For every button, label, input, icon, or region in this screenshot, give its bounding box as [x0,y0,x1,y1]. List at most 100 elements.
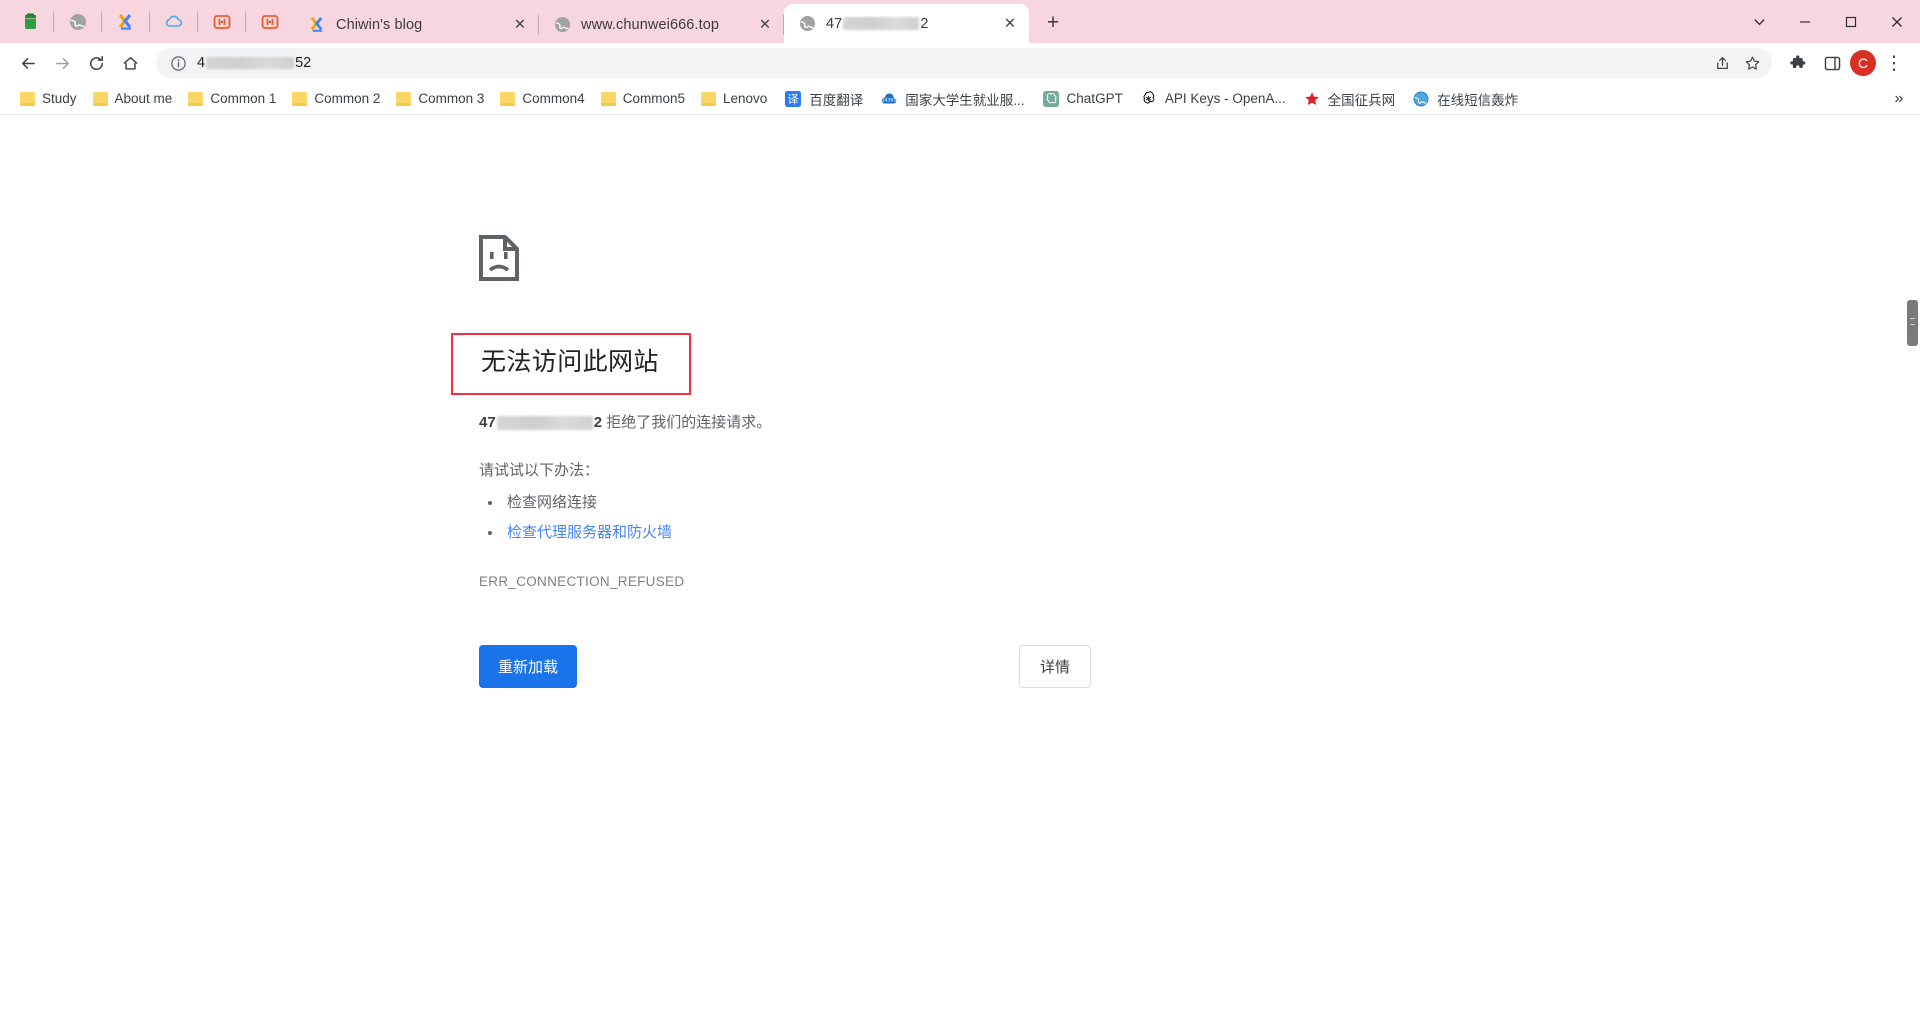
url-suffix: 52 [295,55,312,71]
folder-icon [500,91,516,106]
tab-chunwei666[interactable]: www.chunwei666.top ✕ [539,6,784,43]
bookmark-lenovo[interactable]: Lenovo [693,87,775,110]
globe-icon [552,15,572,35]
info-circle-icon[interactable] [168,53,188,73]
redacted-host-block [496,415,593,430]
list-item[interactable]: 检查代理服务器和防火墙 [503,518,1100,548]
maximize-icon[interactable] [1828,0,1874,43]
tab-close-icon[interactable]: ✕ [754,14,776,36]
tab-redacted-ip[interactable]: 47 2 ✕ [784,4,1029,43]
bookmark-label: Common 2 [314,91,381,106]
bracket-icon [260,12,280,32]
tab-title-prefix: 47 [826,15,843,32]
window-controls [1736,0,1920,43]
tab-search-chevron-down-icon[interactable] [1736,0,1782,43]
error-page: 无法访问此网站 47 2 拒绝了我们的连接请求。 请试试以下办法： 检查网络连接 … [0,115,1100,688]
cloud-24365-icon: 24365 [879,89,899,109]
openai-icon [1139,89,1159,109]
bracket-icon [212,12,232,32]
pinned-tab-globe-1[interactable] [54,0,102,43]
chrome-menu-button[interactable]: ⋮ [1878,47,1910,79]
pinned-tab-bracket-1[interactable] [198,0,246,43]
reload-button[interactable]: 重新加载 [479,644,578,688]
pinned-tab-chiwin-1[interactable] [102,0,150,43]
folder-icon [292,91,308,106]
globe-blue-icon [1411,89,1431,109]
side-panel-button[interactable] [1816,47,1848,79]
bookmark-label: Common5 [622,91,685,106]
details-button[interactable]: 详情 [1018,644,1091,688]
tab-title: 47 2 [826,16,990,32]
redacted-block [843,17,920,30]
bookmark-common-3[interactable]: Common 3 [388,87,492,110]
bookmark-label: Common4 [522,91,585,106]
svg-text:24365: 24365 [882,97,896,103]
bookmark-common-2[interactable]: Common 2 [284,87,388,110]
bookmark-api-keys-openai[interactable]: API Keys - OpenA... [1131,85,1294,113]
bookmark-about-me[interactable]: About me [85,87,181,110]
pinned-tabs [6,0,294,43]
folder-icon [396,91,412,106]
redacted-url-block [206,57,295,69]
sad-page-icon [479,235,519,281]
chiwin-icon [116,12,136,32]
close-icon[interactable] [1874,0,1920,43]
gitee-icon [20,12,40,32]
home-button[interactable] [114,47,146,79]
tab-title-suffix: 2 [920,15,929,32]
bookmark-chatgpt[interactable]: ChatGPT [1033,85,1131,113]
bookmark-label: Common 1 [210,91,277,106]
folder-icon [700,91,717,106]
bookmark-label: 全国征兵网 [1327,92,1396,108]
tab-close-icon[interactable]: ✕ [509,14,531,36]
cloud-icon [164,12,184,32]
error-heading-highlight: 无法访问此网站 [451,333,691,395]
bookmark-label: Lenovo [722,91,768,106]
red-star-icon [1302,89,1322,109]
tab-title: Chiwin's blog [336,16,423,33]
pinned-tab-cloud[interactable] [150,0,198,43]
bookmark-label: 国家大学生就业服... [905,92,1025,108]
folder-icon [20,91,36,106]
side-drag-handle[interactable] [1907,300,1918,346]
bookmark-national-conscription[interactable]: 全国征兵网 [1294,85,1404,113]
host-suffix: 2 [593,413,603,431]
share-icon[interactable] [1712,53,1732,73]
bookmark-sms-bomber[interactable]: 在线短信轰炸 [1403,85,1526,113]
host-prefix: 47 [479,413,496,431]
bookmark-label: Study [42,91,77,106]
bookmark-baidu-translate[interactable]: 译 百度翻译 [775,85,871,113]
globe-icon [797,14,817,34]
error-code: ERR_CONNECTION_REFUSED [479,573,685,589]
svg-text:译: 译 [788,93,799,106]
minimize-icon[interactable] [1782,0,1828,43]
reload-button[interactable] [80,47,112,79]
pinned-tab-bracket-2[interactable] [246,0,294,43]
subtext-tail: 拒绝了我们的连接请求。 [606,413,772,431]
profile-avatar[interactable]: C [1850,50,1876,76]
bookmark-study[interactable]: Study [12,87,85,110]
folder-icon [600,91,617,106]
suggestion-link[interactable]: 检查代理服务器和防火墙 [507,524,672,541]
extensions-button[interactable] [1782,47,1814,79]
back-button[interactable] [12,47,44,79]
suggestion-label: 检查网络连接 [507,493,598,511]
bookmark-common-1[interactable]: Common 1 [180,87,284,110]
folder-icon [92,91,109,106]
globe-icon [68,12,88,32]
bookmark-common5[interactable]: Common5 [593,87,693,110]
pinned-tab-gitee[interactable] [6,0,54,43]
forward-button[interactable] [46,47,78,79]
folder-icon [188,91,204,106]
error-button-row: 重新加载 详情 [479,644,1091,688]
star-icon[interactable] [1742,53,1762,73]
tab-close-icon[interactable]: ✕ [999,13,1021,35]
tab-chiwins-blog[interactable]: Chiwin's blog ✕ [294,6,539,43]
bookmarks-overflow-button[interactable]: » [1886,86,1912,112]
new-tab-button[interactable]: + [1035,5,1071,41]
address-bar[interactable]: 4 52 [156,48,1772,78]
bookmark-common4[interactable]: Common4 [492,87,592,110]
bookmark-label: About me [114,91,173,106]
try-hint: 请试试以下办法： [479,461,600,479]
bookmark-national-employment[interactable]: 24365 国家大学生就业服... [871,85,1032,113]
